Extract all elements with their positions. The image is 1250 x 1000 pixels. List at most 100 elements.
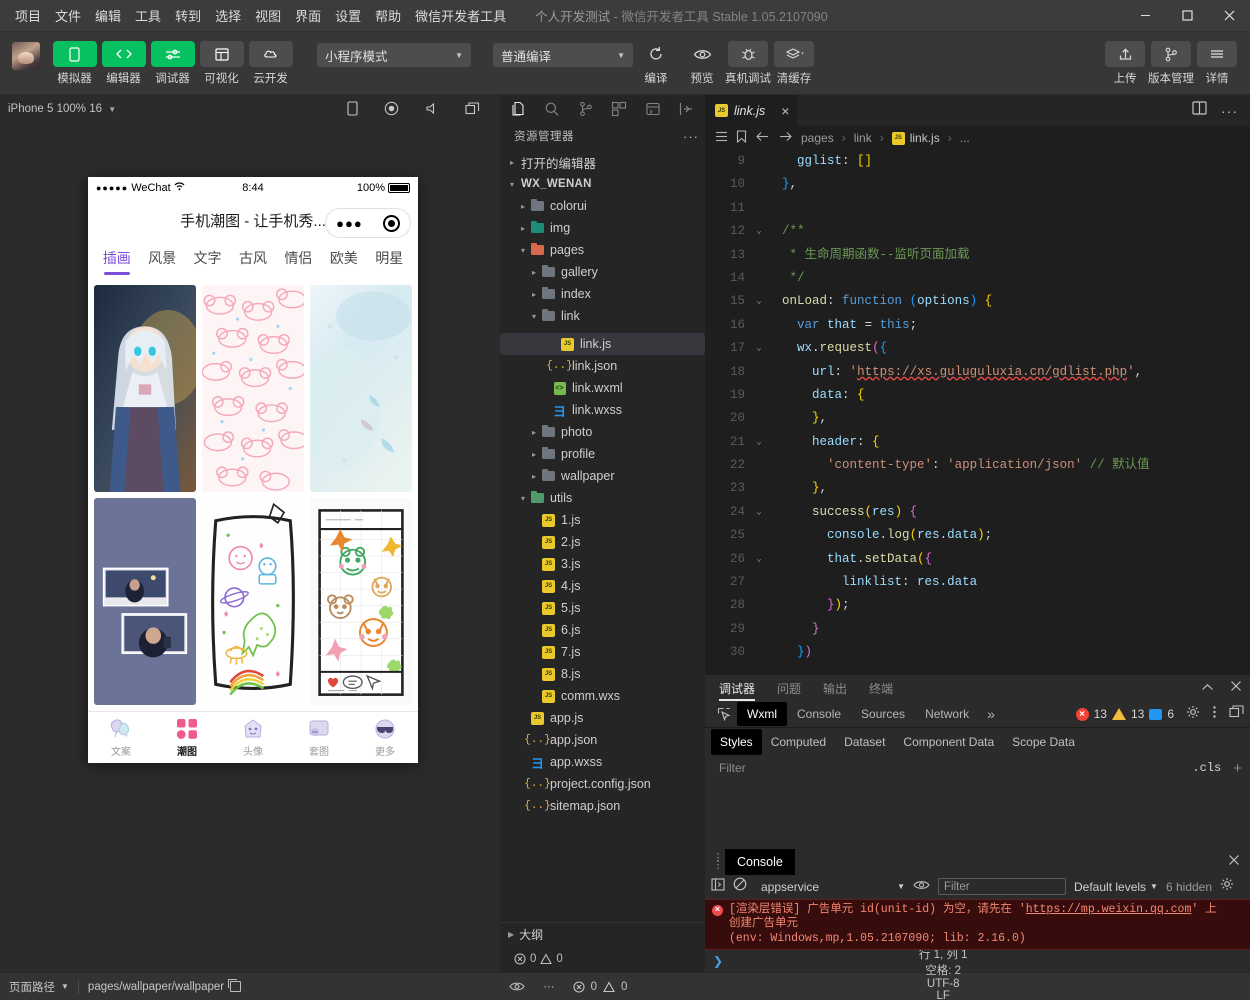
- code-line[interactable]: },: [767, 477, 1250, 500]
- console-filter-input[interactable]: Filter: [938, 878, 1066, 895]
- kebab-icon[interactable]: [1212, 705, 1217, 724]
- minimize-button[interactable]: [1124, 0, 1166, 32]
- category-tab-oumei[interactable]: 欧美: [330, 248, 358, 273]
- style-tab-computed[interactable]: Computed: [762, 729, 835, 755]
- fold-toggle-icon[interactable]: ⌄: [751, 290, 767, 313]
- tree-item-img[interactable]: ▸ img: [500, 217, 705, 239]
- volume-icon[interactable]: [425, 101, 439, 116]
- style-tab-styles[interactable]: Styles: [711, 729, 762, 755]
- menu-item-settings[interactable]: 设置: [328, 2, 368, 29]
- tree-item-5-js[interactable]: JS 5.js: [500, 597, 705, 619]
- search-icon[interactable]: [536, 95, 570, 122]
- code-line[interactable]: onLoad: function (options) {: [767, 290, 1250, 313]
- category-tab-fengjing[interactable]: 风景: [148, 248, 176, 273]
- dock-icon[interactable]: [1229, 704, 1244, 724]
- gallery-item[interactable]: [202, 498, 304, 705]
- outline-icon[interactable]: [715, 131, 728, 145]
- chevron-icon[interactable]: ▸: [528, 268, 540, 277]
- source-code[interactable]: gglist: [] }, /** * 生命周期函数--监听页面加载 */ on…: [767, 150, 1250, 675]
- add-rule-button[interactable]: +: [1233, 760, 1242, 777]
- menu-item-tools[interactable]: 工具: [128, 2, 168, 29]
- tab-wenan[interactable]: 文案: [88, 712, 154, 763]
- status-more-button[interactable]: ···: [534, 973, 564, 1000]
- tree-item-link[interactable]: ▾ link: [500, 305, 705, 327]
- code-line[interactable]: that.setData({: [767, 548, 1250, 571]
- tree-item-link-json[interactable]: {..} link.json: [500, 355, 705, 377]
- tree-item-comm-wxs[interactable]: JS comm.wxs: [500, 685, 705, 707]
- drag-handle[interactable]: ⋮ ⋮: [711, 852, 725, 870]
- category-tab-gufeng[interactable]: 古风: [239, 248, 267, 273]
- gallery-item[interactable]: [202, 285, 304, 492]
- chevron-icon[interactable]: ▸: [506, 158, 518, 167]
- code-line[interactable]: url: 'https://xs.guluguluxia.cn/gdlist.p…: [767, 361, 1250, 384]
- tree-item-pages[interactable]: ▾ pages: [500, 239, 705, 261]
- version-control-button[interactable]: 版本管理: [1148, 37, 1194, 86]
- capsule-button[interactable]: ●●●: [325, 208, 411, 238]
- console-drawer-tab[interactable]: Console: [725, 848, 795, 875]
- compile-button[interactable]: 编译: [633, 37, 679, 86]
- encoding-indicator[interactable]: UTF-8: [918, 978, 969, 990]
- preview-eye-button[interactable]: [500, 973, 534, 1000]
- tab-taotu[interactable]: 套图: [286, 712, 352, 763]
- tree-item-app-js[interactable]: JS app.js: [500, 707, 705, 729]
- code-line[interactable]: data: {: [767, 384, 1250, 407]
- debugger-toggle-button[interactable]: 调试器: [148, 37, 197, 86]
- minimap[interactable]: [1194, 150, 1250, 675]
- tree-item-sitemap-json[interactable]: {..} sitemap.json: [500, 795, 705, 817]
- preview-button[interactable]: 预览: [679, 37, 725, 86]
- tree-item-6-js[interactable]: JS 6.js: [500, 619, 705, 641]
- chevron-icon[interactable]: ▸: [517, 224, 529, 233]
- split-editor-icon[interactable]: [1192, 101, 1207, 120]
- fold-toggle-icon[interactable]: ⌄: [751, 501, 767, 524]
- code-line[interactable]: wx.request({: [767, 337, 1250, 360]
- tree-item-1-js[interactable]: JS 1.js: [500, 509, 705, 531]
- category-tab-qinglv[interactable]: 情侣: [284, 248, 312, 273]
- extensions-icon[interactable]: [603, 95, 637, 122]
- page-path-select[interactable]: 页面路径 ▼: [0, 973, 78, 1000]
- chevron-icon[interactable]: ▸: [517, 202, 529, 211]
- breadcrumb-ellipsis[interactable]: ...: [960, 131, 970, 145]
- code-line[interactable]: });: [767, 594, 1250, 617]
- code-line[interactable]: * 生命周期函数--监听页面加载: [767, 244, 1250, 267]
- gallery-item[interactable]: [310, 285, 412, 492]
- tree-item-link-wxss[interactable]: ヨ link.wxss: [500, 399, 705, 421]
- tree-item--[interactable]: ▸ 打开的编辑器: [500, 151, 705, 173]
- panel-tab-problems[interactable]: 问题: [777, 676, 801, 701]
- files-icon[interactable]: [502, 95, 536, 122]
- visualization-button[interactable]: 可视化: [197, 37, 246, 86]
- tab-gengduo[interactable]: 更多: [352, 712, 418, 763]
- clear-console-icon[interactable]: [733, 877, 747, 896]
- console-error-message[interactable]: × [渲染层错误] 广告单元 id(unit-id) 为空，请先在 'https…: [705, 898, 1250, 950]
- tree-item-utils[interactable]: ▾ utils: [500, 487, 705, 509]
- devtools-tab-console[interactable]: Console: [787, 702, 851, 726]
- devtools-tab-sources[interactable]: Sources: [851, 702, 915, 726]
- debug-icon[interactable]: [636, 95, 670, 122]
- chevron-icon[interactable]: ▸: [528, 290, 540, 299]
- style-tab-dataset[interactable]: Dataset: [835, 729, 894, 755]
- upload-button[interactable]: 上传: [1102, 37, 1148, 86]
- tree-item-4-js[interactable]: JS 4.js: [500, 575, 705, 597]
- menu-item-help[interactable]: 帮助: [368, 2, 408, 29]
- tree-item-photo[interactable]: ▸ photo: [500, 421, 705, 443]
- clear-cache-button[interactable]: 清缓存: [771, 37, 817, 86]
- tree-item-3-js[interactable]: JS 3.js: [500, 553, 705, 575]
- record-icon[interactable]: [384, 101, 399, 116]
- console-error-link[interactable]: https://mp.weixin.qq.com: [1026, 903, 1192, 916]
- gallery-item[interactable]: [94, 285, 196, 492]
- tab-chaotu[interactable]: 潮图: [154, 712, 220, 763]
- devtools-overflow-icon[interactable]: »: [979, 706, 1003, 722]
- tree-item-index[interactable]: ▸ index: [500, 283, 705, 305]
- devtools-counts[interactable]: × 13 13 6: [1075, 707, 1174, 721]
- forward-arrow-icon[interactable]: [778, 131, 793, 145]
- console-levels-select[interactable]: Default levels ▼: [1074, 880, 1158, 894]
- source-control-icon[interactable]: [569, 95, 603, 122]
- menu-item-interface[interactable]: 界面: [288, 2, 328, 29]
- chevron-icon[interactable]: ▾: [528, 312, 540, 321]
- bookmark-icon[interactable]: [736, 130, 747, 146]
- close-button[interactable]: [1208, 0, 1250, 32]
- close-icon[interactable]: [1230, 679, 1242, 697]
- fold-toggle-icon[interactable]: ⌄: [751, 220, 767, 243]
- fold-toggle-icon[interactable]: ⌄: [751, 548, 767, 571]
- chevron-up-icon[interactable]: [1201, 679, 1214, 697]
- more-dots-icon[interactable]: ●●●: [336, 216, 363, 231]
